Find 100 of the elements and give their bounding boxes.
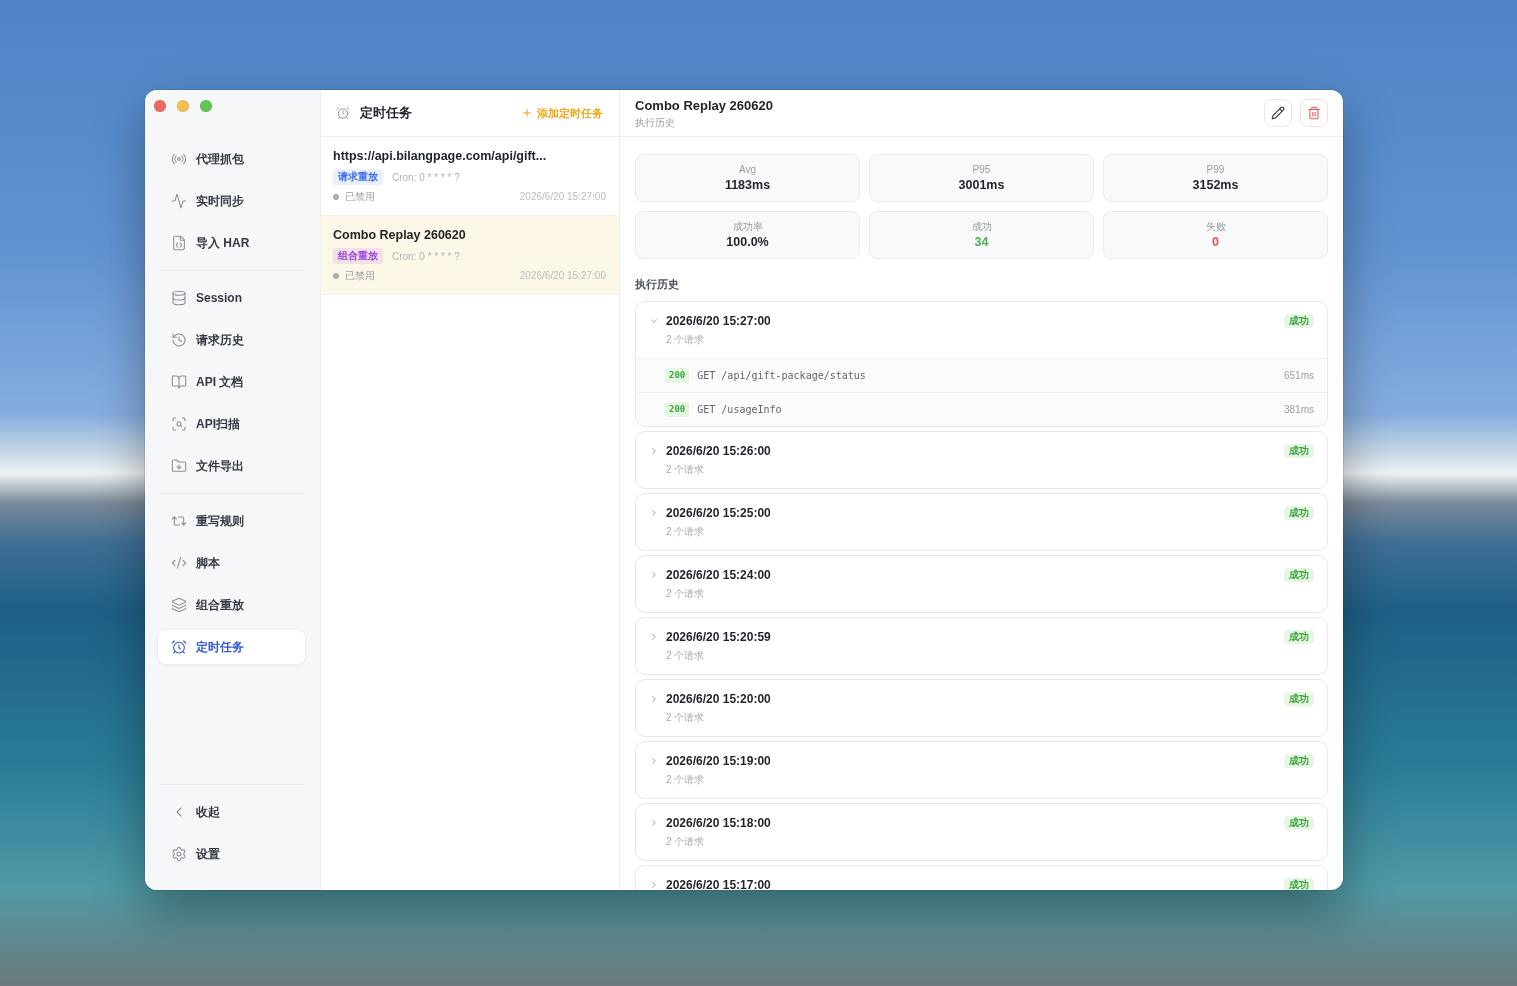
detail-title: Combo Replay 260620 xyxy=(635,97,773,114)
pulse-icon xyxy=(171,193,187,209)
status-badge: 成功 xyxy=(1284,878,1314,890)
radio-waves-icon xyxy=(171,151,187,167)
task-title: Combo Replay 260620 xyxy=(333,227,467,244)
request-count: 2 个请求 xyxy=(666,835,706,849)
stat-value: 1183ms xyxy=(724,176,771,193)
folder-download-icon xyxy=(171,458,187,474)
duration-text: 381ms xyxy=(1284,404,1314,415)
book-icon xyxy=(171,374,187,390)
stat-label: 成功 xyxy=(971,220,992,233)
status-text: 已禁用 xyxy=(345,190,375,204)
run-time: 2026/6/20 15:19:00 xyxy=(666,753,772,769)
sidebar-item[interactable]: 代理抓包 xyxy=(158,142,305,176)
request-count: 2 个请求 xyxy=(666,773,706,787)
status-badge: 成功 xyxy=(1284,754,1314,768)
request-count: 2 个请求 xyxy=(666,587,706,601)
chevron-right-icon[interactable] xyxy=(649,570,659,580)
stat-label: 成功率 xyxy=(732,220,763,233)
sidebar-item[interactable]: 设置 xyxy=(158,837,305,871)
task-title: https://api.bilangpage.com/api/gift... xyxy=(333,148,548,165)
run-time: 2026/6/20 15:27:00 xyxy=(666,313,772,329)
type-tag: 请求重放 xyxy=(333,169,383,185)
cron-text: Cron: 0 * * * * ? xyxy=(392,250,460,262)
run-time: 2026/6/20 15:17:00 xyxy=(666,877,772,890)
scan-search-icon xyxy=(171,416,187,432)
sidebar-item[interactable]: 脚本 xyxy=(158,546,305,580)
chevron-right-icon[interactable] xyxy=(649,446,659,456)
pencil-icon xyxy=(1271,106,1285,120)
request-line: GET /api/gift-package/status xyxy=(697,370,866,381)
sidebar-item[interactable]: 重写规则 xyxy=(158,504,305,538)
section-title: 执行历史 xyxy=(635,278,680,290)
chevron-right-icon[interactable] xyxy=(649,880,659,890)
task-item[interactable]: Combo Replay 260620 组合重放 Cron: 0 * * * * ? 已禁用 2026/6/20 15:27:00 xyxy=(321,216,619,295)
chevron-right-icon[interactable] xyxy=(649,508,659,518)
stat-value: 3001ms xyxy=(958,176,1005,193)
panel-title: 定时任务 xyxy=(360,104,412,122)
sidebar-item[interactable]: API 文档 xyxy=(158,365,305,399)
run-time: 2026/6/20 15:25:00 xyxy=(666,505,772,521)
sidebar-item[interactable]: 定时任务 xyxy=(158,630,305,664)
detail-subtitle: 执行历史 xyxy=(635,115,676,129)
status-badge: 成功 xyxy=(1284,444,1314,458)
status-code-badge: 200 xyxy=(665,368,690,383)
status-code-badge: 200 xyxy=(665,402,690,417)
status-text: 已禁用 xyxy=(345,269,375,283)
time-text: 2026/6/20 15:27:00 xyxy=(519,269,606,283)
status-badge: 成功 xyxy=(1284,568,1314,582)
sidebar-item[interactable]: 导入 HAR xyxy=(158,226,305,260)
trash-icon xyxy=(1307,106,1321,120)
duration-text: 651ms xyxy=(1284,370,1314,381)
chevron-right-icon[interactable] xyxy=(649,632,659,642)
stat-label: P99 xyxy=(1206,163,1225,176)
run-time: 2026/6/20 15:26:00 xyxy=(666,443,772,459)
request-count: 2 个请求 xyxy=(666,463,706,477)
run-time: 2026/6/20 15:18:00 xyxy=(666,815,772,831)
status-badge: 成功 xyxy=(1284,816,1314,830)
settings-icon xyxy=(171,846,187,862)
status-badge: 成功 xyxy=(1284,692,1314,706)
file-braces-icon xyxy=(171,235,187,251)
chevron-right-icon[interactable] xyxy=(649,694,659,704)
request-count: 2 个请求 xyxy=(666,649,706,663)
sidebar-item[interactable]: 文件导出 xyxy=(158,449,305,483)
run-time: 2026/6/20 15:20:00 xyxy=(666,691,772,707)
request-line: GET /usageInfo xyxy=(697,404,782,415)
cron-text: Cron: 0 * * * * ? xyxy=(392,171,460,183)
sidebar-item[interactable]: Session xyxy=(158,281,305,315)
chevron-down-icon[interactable] xyxy=(649,316,659,326)
request-count: 2 个请求 xyxy=(666,333,706,347)
run-time: 2026/6/20 15:24:00 xyxy=(666,567,772,583)
stat-value: 34 xyxy=(974,233,989,250)
edit-button[interactable] xyxy=(1264,99,1292,127)
status-badge: 成功 xyxy=(1284,314,1314,328)
request-count: 2 个请求 xyxy=(666,525,706,539)
sidebar-item[interactable]: 收起 xyxy=(158,795,305,829)
chevron-right-icon[interactable] xyxy=(649,756,659,766)
sidebar-item[interactable]: 组合重放 xyxy=(158,588,305,622)
sidebar-item[interactable]: 实时同步 xyxy=(158,184,305,218)
stat-value: 100.0% xyxy=(726,233,769,250)
stat-value: 3152ms xyxy=(1192,176,1239,193)
minimize-icon[interactable] xyxy=(177,100,189,112)
time-text: 2026/6/20 15:27:00 xyxy=(519,190,606,204)
sidebar-item[interactable]: 请求历史 xyxy=(158,323,305,357)
delete-button[interactable] xyxy=(1300,99,1328,127)
close-icon[interactable] xyxy=(154,100,166,112)
stat-label: Avg xyxy=(738,163,757,176)
status-badge: 成功 xyxy=(1284,506,1314,520)
run-time: 2026/6/20 15:20:59 xyxy=(666,629,772,645)
request-count: 2 个请求 xyxy=(666,711,706,725)
layers-icon xyxy=(171,597,187,613)
status-badge: 成功 xyxy=(1284,630,1314,644)
stat-value: 0 xyxy=(1212,233,1219,250)
chevron-right-icon[interactable] xyxy=(649,818,659,828)
database-icon xyxy=(171,290,187,306)
sidebar-item[interactable]: API扫描 xyxy=(158,407,305,441)
repeat-arrows-icon xyxy=(171,513,187,529)
history-icon xyxy=(171,332,187,348)
stat-label: 失败 xyxy=(1205,220,1226,233)
zoom-icon[interactable] xyxy=(200,100,212,112)
stat-label: P95 xyxy=(972,163,991,176)
alarm-clock-icon xyxy=(336,106,350,120)
